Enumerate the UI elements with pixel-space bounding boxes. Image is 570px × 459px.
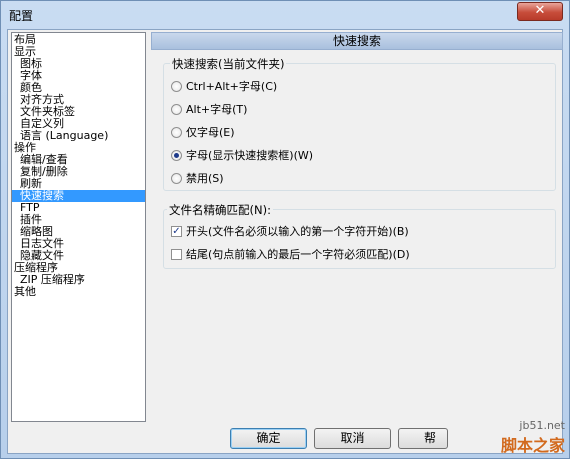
cancel-button[interactable]: 取消	[314, 428, 391, 449]
radio-button[interactable]	[171, 80, 182, 92]
radio-button-selected[interactable]	[171, 149, 182, 161]
title-bar: 配置 ✕	[1, 1, 569, 29]
checkbox-unchecked[interactable]	[171, 248, 182, 260]
help-button[interactable]: 帮	[398, 428, 448, 449]
radio-label: 禁用(S)	[186, 172, 224, 185]
checkbox-match-start[interactable]: ✓ 开头(文件名必须以输入的第一个字符开始)(B)	[171, 224, 409, 240]
checkbox-label: 结尾(句点前输入的最后一个字符必须匹配)(D)	[186, 248, 410, 261]
site-watermark: jb51.net 脚本之家	[501, 419, 565, 456]
quick-search-group-title: 快速搜索(当前文件夹)	[170, 56, 287, 72]
watermark-url: jb51.net	[519, 419, 565, 432]
radio-letter-show-box[interactable]: 字母(显示快速搜索框)(W)	[171, 148, 313, 164]
ok-button[interactable]: 确定	[230, 428, 307, 449]
config-dialog: 配置 ✕ 布局 显示 图标 字体 颜色 对齐方式 文件夹标签 自定义列 语言 (…	[0, 0, 570, 459]
checkbox-label: 开头(文件名必须以输入的第一个字符开始)(B)	[186, 225, 409, 238]
radio-button[interactable]	[171, 172, 182, 184]
radio-button[interactable]	[171, 103, 182, 115]
category-tree[interactable]: 布局 显示 图标 字体 颜色 对齐方式 文件夹标签 自定义列 语言 (Langu…	[11, 32, 146, 422]
dialog-client: 布局 显示 图标 字体 颜色 对齐方式 文件夹标签 自定义列 语言 (Langu…	[7, 29, 563, 454]
close-icon: ✕	[534, 3, 546, 18]
quick-search-group: 快速搜索(当前文件夹) Ctrl+Alt+字母(C) Alt+字母(T) 仅字母…	[163, 56, 556, 191]
radio-label: Ctrl+Alt+字母(C)	[186, 80, 278, 93]
radio-label: 仅字母(E)	[186, 126, 235, 139]
radio-label: Alt+字母(T)	[186, 103, 248, 116]
exact-match-group-title: 文件名精确匹配(N):	[167, 202, 273, 218]
panel-header: 快速搜索	[151, 32, 563, 50]
exact-match-group: 文件名精确匹配(N): ✓ 开头(文件名必须以输入的第一个字符开始)(B) 结尾(…	[163, 202, 556, 269]
radio-disable[interactable]: 禁用(S)	[171, 171, 224, 187]
checkbox-checked[interactable]: ✓	[171, 225, 182, 237]
radio-label: 字母(显示快速搜索框)(W)	[186, 149, 314, 162]
radio-ctrl-alt-letter[interactable]: Ctrl+Alt+字母(C)	[171, 79, 277, 95]
radio-button[interactable]	[171, 126, 182, 138]
watermark-text: 脚本之家	[500, 436, 565, 455]
radio-letter-only[interactable]: 仅字母(E)	[171, 125, 235, 141]
checkbox-match-end[interactable]: 结尾(句点前输入的最后一个字符必须匹配)(D)	[171, 247, 410, 263]
tree-item-other[interactable]: 其他	[14, 286, 36, 298]
close-button[interactable]: ✕	[517, 2, 563, 21]
radio-alt-letter[interactable]: Alt+字母(T)	[171, 102, 247, 118]
window-title: 配置	[9, 9, 34, 23]
